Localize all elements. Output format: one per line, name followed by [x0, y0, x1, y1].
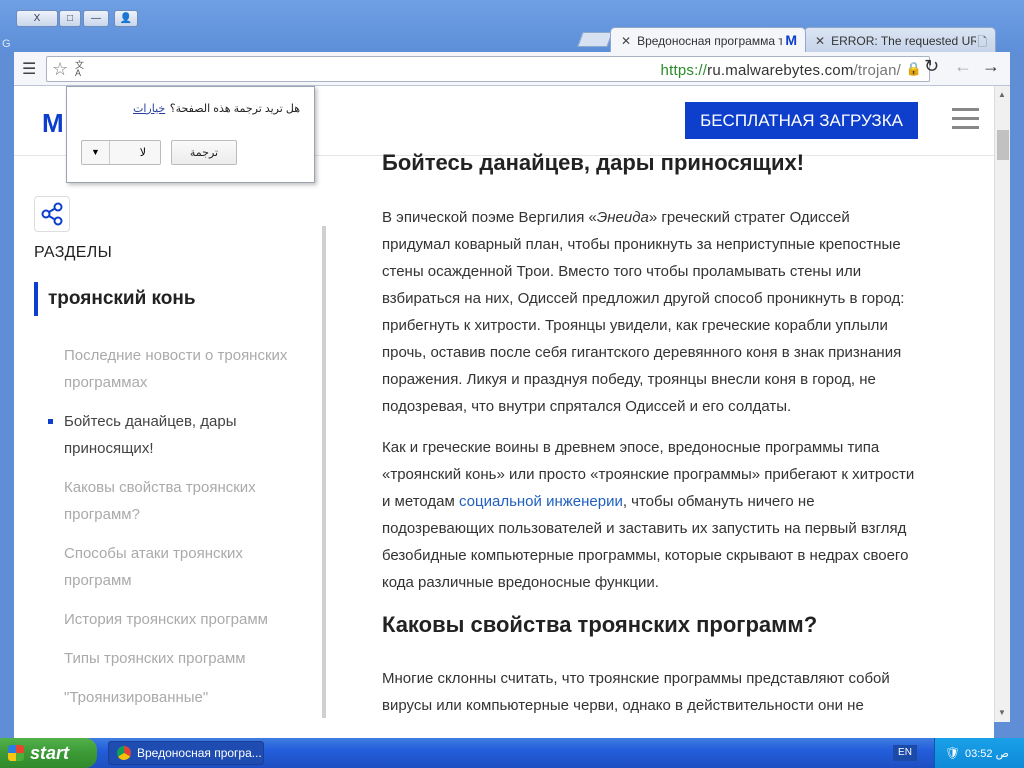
title-bar: X □ — 👤 G ✕ Вредоносная программа ти M ✕ E… — [0, 0, 1024, 52]
chrome-icon — [117, 746, 131, 760]
minimize-window-button[interactable]: — — [83, 10, 109, 27]
article-paragraph-2: Как и греческие воины в древнем эпосе, в… — [382, 434, 922, 596]
taskbar-window-title: Вредоносная програ... — [137, 746, 262, 760]
aeneid-title: Энеида — [596, 209, 649, 226]
toc-item-properties[interactable]: Каковы свойства троянских программ? — [64, 474, 294, 528]
taskbar-chrome-window[interactable]: Вредоносная програ... — [108, 741, 264, 765]
lock-icon[interactable]: 🔒 — [906, 61, 922, 77]
security-shield-icon[interactable]: 🛡 — [945, 746, 960, 760]
toc-item-beware-greeks[interactable]: Бойтесь данайцев, дары приносящих! — [64, 408, 294, 462]
free-download-button[interactable]: БЕСПЛАТНАЯ ЗАГРУЗКА — [685, 102, 918, 139]
address-bar[interactable]: ☆ 文A https://ru.malwarebytes.com/trojan/… — [46, 56, 930, 82]
malwarebytes-logo[interactable]: M — [42, 108, 64, 139]
windows-logo-icon — [8, 745, 24, 761]
system-tray: 🛡 03:52 ص — [934, 738, 1024, 768]
translate-icon[interactable]: 文A — [75, 61, 91, 78]
close-window-button[interactable]: X — [16, 10, 58, 27]
maximize-window-button[interactable]: □ — [59, 10, 81, 27]
profile-button[interactable]: 👤 — [114, 10, 138, 27]
scroll-up-icon[interactable]: ▲ — [998, 90, 1006, 99]
start-button[interactable]: start — [0, 738, 97, 768]
bookmark-star-icon[interactable]: ☆ — [52, 59, 68, 80]
url-text: https://ru.malwarebytes.com/trojan/ — [661, 62, 901, 79]
current-section-title: троянский конь — [34, 282, 196, 316]
menu-icon[interactable]: ☰ — [22, 59, 36, 79]
hamburger-menu-icon[interactable] — [952, 108, 979, 130]
url-host: ru.malwarebytes.com — [707, 62, 854, 79]
chevron-down-icon[interactable]: ▼ — [82, 141, 110, 164]
page-viewport: M БЕСПЛАТНАЯ ЗАГРУЗКА РАЗДЕЛЫ троянский … — [14, 86, 994, 738]
toc-item-attack-methods[interactable]: Способы атаки троянских программ — [64, 540, 294, 594]
para1-text-cont: » греческий стратег Одиссей придумал ков… — [382, 209, 905, 415]
language-indicator[interactable]: EN — [893, 745, 917, 761]
malwarebytes-favicon-icon: M — [785, 32, 797, 48]
forward-icon[interactable]: → — [982, 56, 1000, 77]
document-icon: 🗋 — [977, 35, 987, 49]
social-engineering-link[interactable]: социальной инженерии — [459, 493, 623, 510]
url-path: /trojan/ — [853, 62, 901, 79]
tab-title: Вредоносная программа ти — [637, 34, 783, 48]
start-label: start — [30, 743, 70, 763]
url-scheme: https:// — [660, 62, 708, 79]
decline-select[interactable]: ▼ لا — [81, 140, 161, 165]
tab-error[interactable]: ✕ ERROR: The requested URL 🗋 — [804, 27, 996, 52]
article-paragraph-1: В эпической поэме Вергилия «Энеида» греч… — [382, 204, 922, 420]
toc-item-news[interactable]: Последние новости о троянских программах — [64, 342, 294, 396]
share-button[interactable] — [34, 196, 70, 232]
taskbar: start Вредоносная програ... EN 🛡 03:52 ص — [0, 738, 1024, 768]
toc-item-trojanized[interactable]: "Троянизированные" — [64, 684, 294, 711]
toc-item-types[interactable]: Типы троянских программ — [64, 645, 294, 672]
article-heading-2: Каковы свойства троянских программ? — [382, 612, 818, 637]
para1-text: В эпической поэме Вергилия « — [382, 209, 597, 226]
share-icon — [41, 202, 63, 226]
back-icon[interactable]: ← — [954, 56, 972, 77]
close-tab-icon[interactable]: ✕ — [621, 34, 631, 48]
article-heading-1: Бойтесь данайцев, дары приносящих! — [382, 150, 805, 175]
tab-title: ERROR: The requested URL — [831, 34, 977, 48]
tab-malwarebytes[interactable]: ✕ Вредоносная программа ти M — [610, 27, 806, 52]
decline-value: لا — [139, 147, 146, 159]
new-tab-button[interactable] — [577, 32, 613, 47]
sections-heading: РАЗДЕЛЫ — [34, 244, 113, 261]
toc-item-history[interactable]: История троянских программ — [64, 606, 294, 633]
page-scrollbar[interactable]: ▲ ▼ — [994, 86, 1010, 722]
browser-toolbar: ☰ ☆ 文A https://ru.malwarebytes.com/troja… — [14, 52, 1010, 86]
translate-question: هل تريد ترجمة هذه الصفحة؟ — [169, 103, 300, 115]
translate-bubble: هل تريد ترجمة هذه الصفحة؟ خيارات ▼ لا تر… — [66, 86, 315, 183]
reload-icon[interactable]: ↻ — [924, 56, 939, 77]
clock[interactable]: 03:52 ص — [965, 747, 1009, 760]
scroll-down-icon[interactable]: ▼ — [998, 708, 1006, 717]
close-tab-icon[interactable]: ✕ — [815, 34, 825, 48]
side-letter: G — [2, 38, 11, 50]
scroll-thumb[interactable] — [997, 130, 1009, 160]
sidebar-scroll-rail[interactable] — [322, 226, 326, 718]
translate-options-link[interactable]: خيارات — [133, 102, 165, 115]
article-paragraph-3: Многие склонны считать, что троянские пр… — [382, 670, 890, 714]
translate-button[interactable]: ترجمة — [171, 140, 237, 165]
toc-active-bullet — [48, 419, 53, 424]
